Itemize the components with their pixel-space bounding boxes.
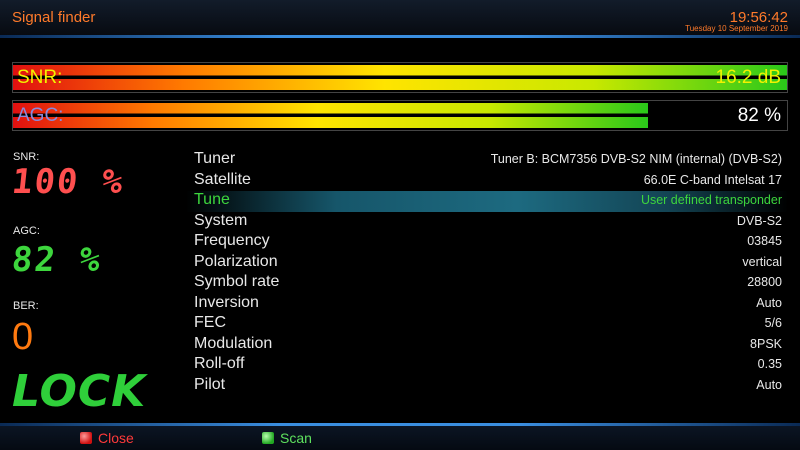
- info-key: Tuner: [194, 150, 236, 167]
- info-value: 0.35: [757, 357, 782, 371]
- close-button[interactable]: Close: [80, 430, 134, 446]
- info-row-inversion[interactable]: Inversion Auto: [186, 294, 788, 315]
- agc-meter: AGC: 82 %: [12, 100, 788, 131]
- info-key: Polarization: [194, 252, 278, 270]
- info-key: Satellite: [194, 170, 251, 188]
- info-value: Auto: [756, 295, 782, 310]
- info-key: Pilot: [194, 375, 226, 393]
- scan-button[interactable]: Scan: [262, 430, 312, 446]
- info-value: vertical: [742, 254, 782, 269]
- agc-readout-value: 82 %: [9, 240, 104, 280]
- info-value: 5/6: [764, 316, 782, 330]
- info-key: FEC: [194, 314, 226, 331]
- snr-readout-value: 100 %: [9, 162, 127, 202]
- info-key: System: [194, 211, 248, 229]
- info-row-modulation[interactable]: Modulation 8PSK: [186, 335, 788, 356]
- info-row-satellite[interactable]: Satellite 66.0E C-band Intelsat 17: [186, 171, 788, 192]
- agc-meter-fill: [13, 103, 648, 128]
- info-value: 8PSK: [750, 336, 782, 351]
- date: Tuesday 10 September 2019: [685, 24, 788, 33]
- info-row-pilot[interactable]: Pilot Auto: [186, 376, 788, 397]
- close-button-label: Close: [98, 430, 134, 446]
- tuning-parameters-list: Tuner Tuner B: BCM7356 DVB-S2 NIM (intern…: [186, 150, 788, 396]
- info-row-frequency[interactable]: Frequency 03845: [186, 232, 788, 253]
- info-row-tune[interactable]: Tune User defined transponder: [186, 191, 788, 212]
- agc-readout-label: AGC:: [13, 225, 40, 237]
- header-divider: [0, 35, 800, 38]
- title-bar: Signal finder 19:56:42 Tuesday 10 Septem…: [0, 0, 800, 36]
- info-value: DVB-S2: [736, 213, 782, 228]
- info-value: 03845: [747, 234, 782, 248]
- green-key-icon: [262, 432, 274, 444]
- scan-button-label: Scan: [280, 430, 312, 446]
- info-value: 28800: [747, 275, 782, 289]
- snr-meter-label: SNR:: [17, 67, 63, 88]
- info-row-system[interactable]: System DVB-S2: [186, 212, 788, 233]
- ber-readout-label: BER:: [13, 300, 39, 312]
- info-key: Inversion: [194, 293, 259, 311]
- snr-meter: SNR: 16.2 dB: [12, 62, 788, 93]
- lock-status: LOCK: [12, 366, 147, 417]
- red-key-icon: [80, 432, 92, 444]
- snr-meter-value: 16.2 dB: [715, 67, 782, 88]
- agc-meter-label: AGC:: [17, 105, 64, 126]
- info-key: Frequency: [194, 232, 270, 249]
- info-value: Tuner B: BCM7356 DVB-S2 NIM (internal) (…: [490, 152, 782, 166]
- screen-title: Signal finder: [12, 9, 96, 26]
- info-row-polarization[interactable]: Polarization vertical: [186, 253, 788, 274]
- info-row-fec[interactable]: FEC 5/6: [186, 314, 788, 335]
- info-key: Tune: [194, 191, 230, 208]
- info-key: Roll-off: [194, 355, 245, 372]
- info-value: User defined transponder: [640, 193, 782, 207]
- info-value: 66.0E C-band Intelsat 17: [643, 172, 782, 187]
- info-key: Symbol rate: [194, 273, 280, 290]
- snr-meter-fill: [13, 65, 787, 90]
- info-row-tuner[interactable]: Tuner Tuner B: BCM7356 DVB-S2 NIM (intern…: [186, 150, 788, 171]
- info-row-symbol-rate[interactable]: Symbol rate 28800: [186, 273, 788, 294]
- info-row-roll-off[interactable]: Roll-off 0.35: [186, 355, 788, 376]
- agc-meter-value: 82 %: [737, 105, 781, 126]
- info-key: Modulation: [194, 334, 273, 352]
- button-bar: Close Scan: [0, 426, 800, 450]
- ber-readout-value: 0: [12, 316, 34, 358]
- info-value: Auto: [756, 377, 782, 392]
